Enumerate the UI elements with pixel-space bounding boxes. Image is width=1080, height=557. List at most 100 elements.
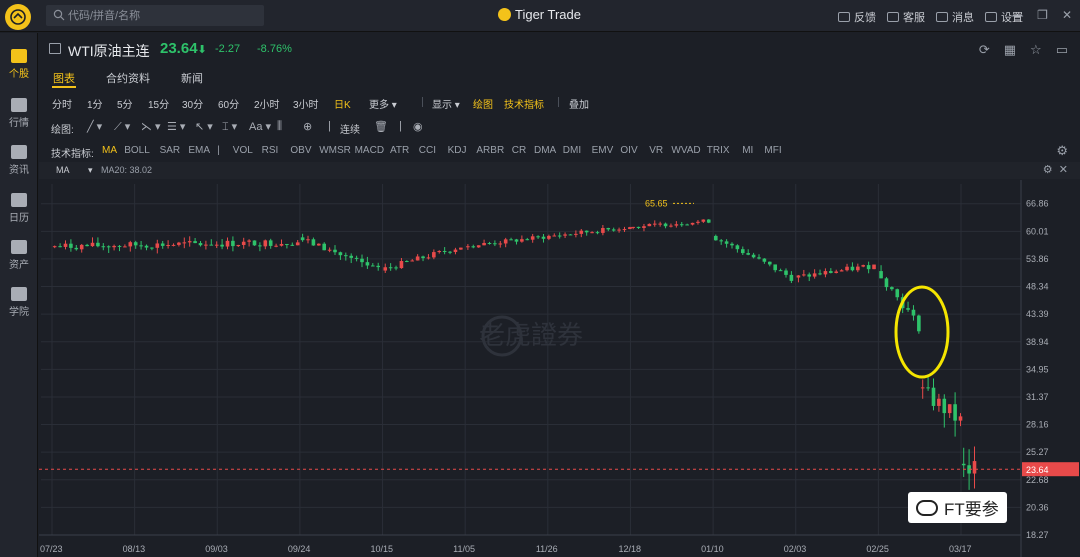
- tab-news[interactable]: 新闻: [181, 70, 203, 86]
- indicator-cr[interactable]: CR: [512, 145, 526, 156]
- watchlist-icon[interactable]: [49, 43, 61, 54]
- period-intraday[interactable]: 分时: [52, 96, 72, 111]
- indicator-atr[interactable]: ATR: [390, 145, 409, 156]
- candle-body: [69, 243, 73, 248]
- fib-tool-icon[interactable]: ☰ ▾: [167, 120, 185, 133]
- quote-header: WTI原油主连 23.64⬇ -2.27 -8.76% ⟳ ▦ ☆ ▭: [39, 33, 1080, 65]
- feedback-button[interactable]: 反馈: [838, 9, 876, 25]
- divider: [422, 97, 423, 107]
- refresh-icon[interactable]: ⟳: [979, 42, 990, 58]
- brand-name: Tiger Trade: [515, 7, 581, 22]
- overlay-button[interactable]: 叠加: [569, 96, 589, 111]
- candle-body: [536, 236, 540, 238]
- period-30m[interactable]: 30分: [182, 96, 203, 111]
- period-60m[interactable]: 60分: [218, 96, 239, 111]
- gear-icon[interactable]: ⚙: [1043, 164, 1053, 176]
- rail-item-assets[interactable]: 资产: [0, 240, 38, 271]
- x-tick-label: 02/03: [784, 544, 807, 554]
- rail-item-academy[interactable]: 学院: [0, 287, 38, 318]
- candle-body: [690, 222, 695, 225]
- line-tool-icon[interactable]: ╱ ▾: [87, 120, 102, 133]
- close-icon[interactable]: ✕: [1062, 8, 1072, 22]
- indicator-kdj[interactable]: KDJ: [448, 145, 467, 156]
- app-logo-icon[interactable]: [5, 4, 31, 30]
- indicator-wmsr[interactable]: WMSR: [319, 145, 351, 156]
- close-icon[interactable]: ✕: [1059, 164, 1068, 176]
- indicator-wvad[interactable]: WVAD: [671, 145, 700, 156]
- candle-body: [300, 237, 305, 241]
- candle-body: [448, 251, 452, 253]
- last-price: 23.64⬇: [160, 40, 207, 57]
- y-tick-label: 31.37: [1026, 392, 1049, 402]
- candle-body: [442, 250, 447, 252]
- candle-body: [96, 242, 100, 247]
- period-15m[interactable]: 15分: [148, 96, 169, 111]
- period-more-dropdown[interactable]: 更多 ▾: [369, 96, 397, 111]
- indicator-ma[interactable]: MA: [102, 145, 117, 156]
- x-tick-label: 11/26: [536, 544, 558, 554]
- channel-tool-icon[interactable]: ⋋ ▾: [141, 120, 161, 133]
- indicator-mi[interactable]: MI: [742, 145, 753, 156]
- tab-contract-info[interactable]: 合约资料: [106, 70, 150, 86]
- polyline-tool-icon[interactable]: ⟋ ▾: [114, 120, 130, 134]
- arrow-tool-icon[interactable]: ↖ ▾: [195, 120, 213, 133]
- indicators-toggle[interactable]: 技术指标: [504, 96, 544, 111]
- indicator-oiv[interactable]: OIV: [620, 145, 637, 156]
- candle-body: [274, 245, 278, 247]
- grid-layout-icon[interactable]: ▦: [1004, 42, 1016, 58]
- eye-icon[interactable]: ◉: [413, 120, 423, 133]
- candle-body: [557, 235, 562, 237]
- zoom-icon[interactable]: ⊕: [303, 120, 312, 133]
- period-daily[interactable]: 日K: [334, 96, 351, 111]
- restore-icon[interactable]: ❐: [1037, 8, 1048, 22]
- chevron-down-icon[interactable]: ▾: [88, 165, 93, 176]
- candle-body: [784, 270, 788, 275]
- indicator-macd[interactable]: MACD: [355, 145, 384, 156]
- trash-icon[interactable]: 🗑: [374, 120, 388, 133]
- indicator-arbr[interactable]: ARBR: [476, 145, 504, 156]
- period-3h[interactable]: 3小时: [293, 96, 319, 111]
- period-5m[interactable]: 5分: [117, 96, 133, 111]
- candle-body: [117, 245, 122, 247]
- indicator-dma[interactable]: DMA: [534, 145, 556, 156]
- continuous-draw-toggle[interactable]: 连续: [340, 121, 360, 136]
- indicator-ema[interactable]: EMA: [188, 145, 210, 156]
- indicator-cci[interactable]: CCI: [419, 145, 436, 156]
- indicator-mfi[interactable]: MFI: [764, 145, 781, 156]
- period-1m[interactable]: 1分: [87, 96, 103, 111]
- candle-body: [285, 243, 289, 245]
- search-box[interactable]: [46, 5, 264, 26]
- rail-item-news[interactable]: 资讯: [0, 145, 38, 176]
- candle-body: [123, 246, 127, 248]
- indicator-boll[interactable]: BOLL: [124, 145, 150, 156]
- messages-button[interactable]: 消息: [936, 9, 974, 25]
- indicator-trix[interactable]: TRIX: [707, 145, 730, 156]
- chart-tool-icon[interactable]: ⫼: [277, 120, 282, 133]
- window-icon[interactable]: ▭: [1056, 42, 1068, 58]
- indicator-obv[interactable]: OBV: [290, 145, 311, 156]
- indicator-settings-icon[interactable]: ⚙: [1056, 143, 1068, 159]
- indicator-vol[interactable]: VOL: [233, 145, 253, 156]
- indicator-dmi[interactable]: DMI: [563, 145, 581, 156]
- text-tool-icon[interactable]: Aa ▾: [249, 120, 271, 133]
- indicator-emv[interactable]: EMV: [592, 145, 614, 156]
- indicator-sar[interactable]: SAR: [160, 145, 181, 156]
- rail-item-stock[interactable]: 个股: [0, 49, 38, 80]
- support-button[interactable]: 客服: [887, 9, 925, 25]
- period-2h[interactable]: 2小时: [254, 96, 280, 111]
- candle-body: [595, 232, 600, 234]
- search-input[interactable]: [68, 5, 258, 26]
- rail-item-calendar[interactable]: 日历: [0, 193, 38, 224]
- y-tick-label: 66.86: [1026, 199, 1049, 209]
- rail-item-market[interactable]: 行情: [0, 98, 38, 129]
- minimize-icon[interactable]: —: [1011, 8, 1023, 22]
- draw-toggle[interactable]: 绘图: [473, 96, 493, 111]
- display-dropdown[interactable]: 显示 ▾: [432, 96, 460, 111]
- ma-select[interactable]: MA: [56, 165, 70, 175]
- candle-body: [128, 242, 133, 247]
- tab-chart[interactable]: 图表: [53, 70, 75, 86]
- indicator-rsi[interactable]: RSI: [262, 145, 279, 156]
- measure-tool-icon[interactable]: ⌶ ▾: [222, 120, 237, 134]
- star-icon[interactable]: ☆: [1030, 42, 1042, 58]
- indicator-vr[interactable]: VR: [649, 145, 663, 156]
